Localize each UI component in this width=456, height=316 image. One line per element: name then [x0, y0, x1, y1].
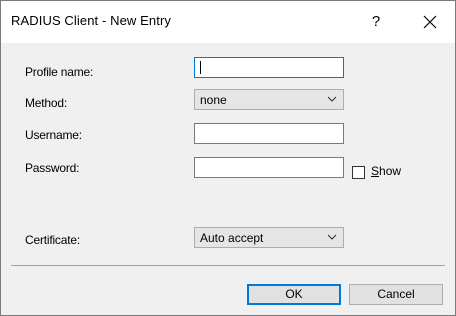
- help-button[interactable]: ?: [361, 9, 391, 35]
- radius-client-dialog: RADIUS Client - New Entry ? Profile name…: [0, 0, 456, 316]
- window-title: RADIUS Client - New Entry: [11, 13, 171, 28]
- certificate-label: Certificate:: [25, 233, 80, 247]
- show-password-label[interactable]: Show: [371, 164, 401, 178]
- profile-name-field[interactable]: [194, 57, 344, 78]
- close-icon: [423, 15, 437, 29]
- cancel-button[interactable]: Cancel: [349, 284, 443, 305]
- password-field[interactable]: [194, 157, 344, 178]
- profile-name-label: Profile name:: [25, 65, 94, 79]
- certificate-selected-value: Auto accept: [200, 231, 264, 245]
- divider: [11, 265, 445, 266]
- chevron-down-icon: [327, 96, 337, 102]
- username-label: Username:: [25, 128, 82, 142]
- show-password-checkbox[interactable]: [352, 166, 365, 179]
- ok-button[interactable]: OK: [247, 284, 341, 305]
- method-selected-value: none: [200, 93, 227, 107]
- show-password-label-rest: how: [379, 164, 402, 178]
- text-caret: [200, 61, 201, 74]
- method-label: Method:: [25, 96, 67, 110]
- title-bar: RADIUS Client - New Entry ?: [1, 1, 455, 43]
- password-label: Password:: [25, 161, 80, 175]
- certificate-select[interactable]: Auto accept: [194, 227, 344, 248]
- chevron-down-icon: [327, 234, 337, 240]
- method-select[interactable]: none: [194, 89, 344, 110]
- username-field[interactable]: [194, 123, 344, 144]
- show-password-accelerator: S: [371, 164, 380, 178]
- close-button[interactable]: [415, 9, 445, 35]
